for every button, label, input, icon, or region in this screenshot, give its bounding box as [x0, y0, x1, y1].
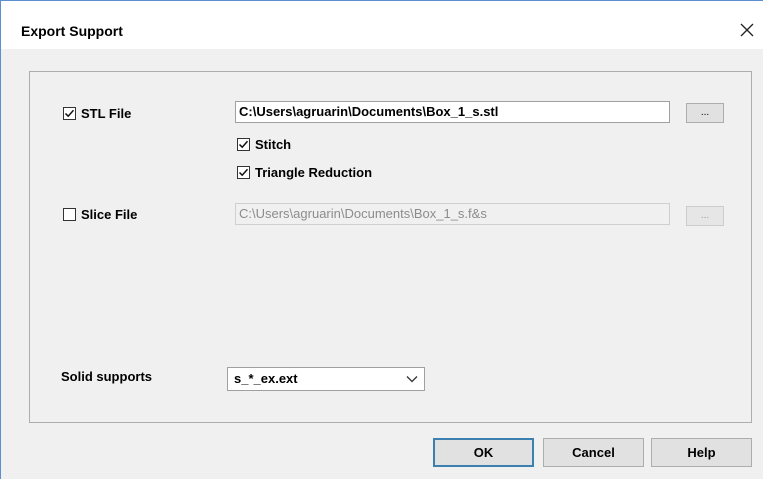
slice-file-checkbox-box[interactable]: [63, 208, 76, 221]
checkmark-icon: [238, 168, 249, 177]
solid-supports-label: Solid supports: [61, 369, 152, 384]
help-button[interactable]: Help: [651, 438, 752, 467]
stitch-checkbox-box[interactable]: [237, 138, 250, 151]
stitch-label: Stitch: [255, 137, 292, 152]
title-bar: Export Support: [1, 1, 763, 49]
dialog-title: Export Support: [21, 23, 123, 39]
close-icon: [740, 23, 754, 37]
close-button[interactable]: [732, 15, 762, 45]
stl-file-checkbox-box[interactable]: [63, 107, 76, 120]
stl-file-label: STL File: [81, 106, 132, 121]
stl-file-checkbox[interactable]: STL File: [63, 106, 131, 121]
export-support-dialog: Export Support STL File C:\Users\agruari…: [0, 0, 763, 479]
stl-file-path-input[interactable]: C:\Users\agruarin\Documents\Box_1_s.stl: [235, 101, 670, 123]
solid-supports-select[interactable]: s_*_ex.ext: [227, 367, 425, 391]
triangle-reduction-checkbox-box[interactable]: [237, 166, 250, 179]
slice-file-label: Slice File: [81, 207, 138, 222]
stl-browse-button[interactable]: ...: [686, 103, 724, 123]
checkmark-icon: [238, 140, 249, 149]
chevron-down-icon: [406, 376, 418, 383]
stitch-checkbox[interactable]: Stitch: [237, 137, 291, 152]
slice-file-checkbox[interactable]: Slice File: [63, 207, 137, 222]
triangle-reduction-label: Triangle Reduction: [255, 165, 373, 180]
slice-browse-button: ...: [686, 206, 724, 226]
slice-file-path-input: C:\Users\agruarin\Documents\Box_1_s.f&s: [235, 203, 670, 225]
checkmark-icon: [64, 109, 75, 118]
solid-supports-value: s_*_ex.ext: [234, 371, 298, 386]
cancel-button[interactable]: Cancel: [543, 438, 644, 467]
triangle-reduction-checkbox[interactable]: Triangle Reduction: [237, 165, 372, 180]
ok-button[interactable]: OK: [433, 438, 534, 467]
